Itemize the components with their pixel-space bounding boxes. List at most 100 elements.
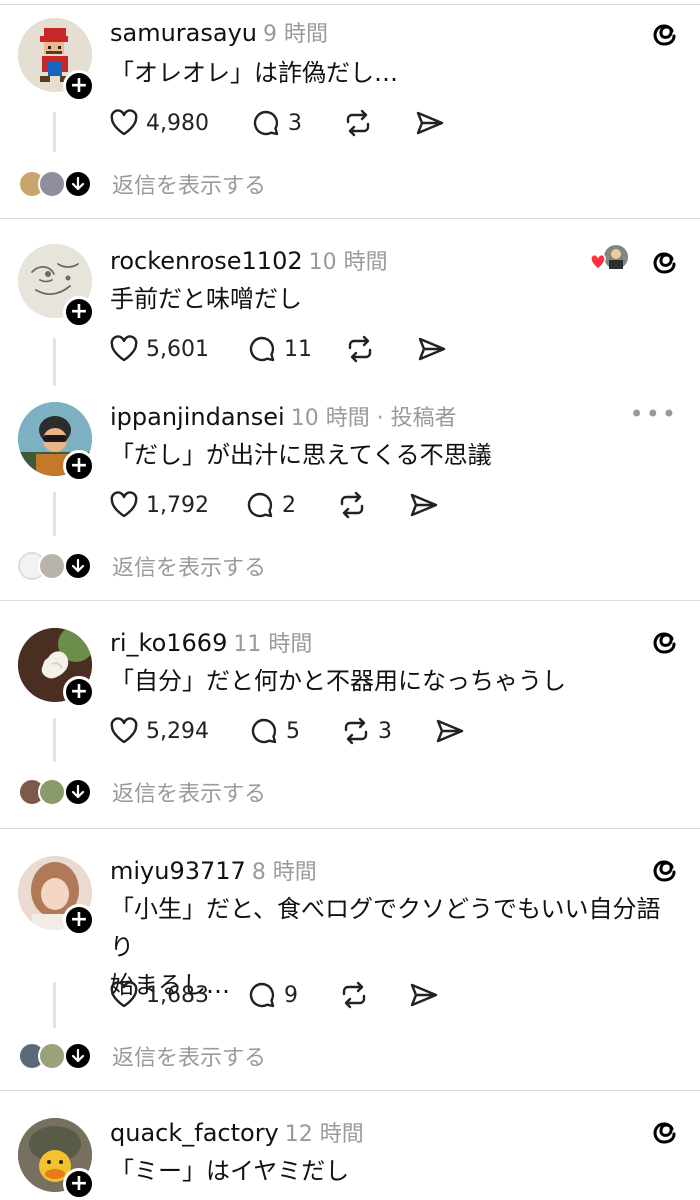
send-icon xyxy=(418,337,446,361)
username[interactable]: ri_ko1669 11 時間 xyxy=(110,626,312,658)
threads-feed: + samurasayu 9 時間 「オレオレ」は詐偽だし… 4,980 3 返… xyxy=(0,0,700,1200)
comment-button[interactable]: 9 xyxy=(246,978,298,1012)
follow-plus-icon[interactable]: + xyxy=(63,450,95,482)
repost-button[interactable]: 3 xyxy=(340,714,392,748)
comment-count: 3 xyxy=(288,110,302,136)
reply-avatar xyxy=(38,778,66,806)
threads-logo-icon[interactable] xyxy=(652,18,680,48)
liked-by-author xyxy=(590,244,630,272)
username[interactable]: samurasayu 9 時間 xyxy=(110,16,328,48)
send-icon xyxy=(410,983,438,1007)
comment-button[interactable]: 2 xyxy=(244,488,296,522)
threads-logo-icon[interactable] xyxy=(652,854,680,884)
repost-icon xyxy=(340,491,364,519)
like-button[interactable]: 5,294 xyxy=(108,714,209,748)
comment-icon xyxy=(251,718,277,744)
like-count: 1,792 xyxy=(146,492,209,518)
like-count: 5,294 xyxy=(146,718,209,744)
post-text: 「だし」が出汁に思えてくる不思議 xyxy=(110,441,492,469)
like-button[interactable]: 4,980 xyxy=(108,106,209,140)
share-button[interactable] xyxy=(414,106,446,140)
repost-button[interactable] xyxy=(336,488,368,522)
timestamp: 8 時間 xyxy=(251,860,317,885)
post-text: 「オレオレ」は詐偽だし… xyxy=(110,59,398,87)
arrow-down-icon xyxy=(64,170,92,198)
username[interactable]: ippanjindansei 10 時間 · 投稿者 xyxy=(110,400,457,432)
send-icon xyxy=(416,111,444,135)
arrow-down-icon xyxy=(64,778,92,806)
post-text: 手前だと味噌だし xyxy=(110,285,302,313)
timestamp: 10 時間 xyxy=(308,250,388,275)
post-text-line: 「小生」だと、食べログでクソどうでもいい自分語り xyxy=(110,895,661,961)
thread-line xyxy=(53,718,56,762)
comment-count: 5 xyxy=(286,718,300,744)
comment-button[interactable]: 5 xyxy=(248,714,300,748)
repost-button[interactable] xyxy=(338,978,370,1012)
divider xyxy=(0,828,700,829)
thread-line xyxy=(53,112,56,152)
repost-icon xyxy=(346,109,370,137)
comment-icon xyxy=(249,982,275,1008)
heart-icon xyxy=(110,491,138,518)
heart-icon xyxy=(110,335,138,362)
show-replies-link[interactable]: 返信を表示する xyxy=(112,168,266,200)
divider xyxy=(0,600,700,601)
heart-icon xyxy=(110,981,138,1008)
reply-avatar xyxy=(38,170,66,198)
timestamp: 11 時間 xyxy=(233,632,313,657)
comment-count: 2 xyxy=(282,492,296,518)
timestamp: 10 時間 · 投稿者 xyxy=(290,406,457,431)
comment-count: 11 xyxy=(284,336,312,362)
post-text: 「自分」だと何かと不器用になっちゃうし xyxy=(110,667,566,695)
follow-plus-icon[interactable]: + xyxy=(63,1168,95,1200)
repost-icon xyxy=(342,981,366,1009)
thread-line xyxy=(53,492,56,536)
thread-line xyxy=(53,982,56,1028)
threads-logo-icon[interactable] xyxy=(652,626,680,656)
follow-plus-icon[interactable]: + xyxy=(63,296,95,328)
share-button[interactable] xyxy=(416,332,448,366)
more-options-icon[interactable]: ••• xyxy=(630,400,678,428)
post-text: 「ミー」はイヤミだし xyxy=(110,1157,350,1185)
comment-button[interactable]: 3 xyxy=(250,106,302,140)
reply-avatar xyxy=(38,1042,66,1070)
repost-count: 3 xyxy=(378,718,392,744)
comment-button[interactable]: 11 xyxy=(246,332,312,366)
show-replies-link[interactable]: 返信を表示する xyxy=(112,776,266,808)
heart-icon xyxy=(110,717,138,744)
repost-icon xyxy=(344,717,368,745)
repost-button[interactable] xyxy=(344,332,376,366)
threads-logo-icon[interactable] xyxy=(652,1116,680,1146)
like-count: 1,683 xyxy=(146,982,209,1008)
show-replies-link[interactable]: 返信を表示する xyxy=(112,1040,266,1072)
share-button[interactable] xyxy=(408,488,440,522)
repost-button[interactable] xyxy=(342,106,374,140)
share-button[interactable] xyxy=(434,714,466,748)
username[interactable]: miyu93717 8 時間 xyxy=(110,854,317,886)
follow-plus-icon[interactable]: + xyxy=(63,904,95,936)
like-button[interactable]: 1,683 xyxy=(108,978,209,1012)
username[interactable]: quack_factory 12 時間 xyxy=(110,1116,364,1148)
send-icon xyxy=(436,719,464,743)
comment-icon xyxy=(253,110,279,136)
arrow-down-icon xyxy=(64,552,92,580)
comment-count: 9 xyxy=(284,982,298,1008)
arrow-down-icon xyxy=(64,1042,92,1070)
like-count: 4,980 xyxy=(146,110,209,136)
threads-logo-icon[interactable] xyxy=(652,246,680,276)
share-button[interactable] xyxy=(408,978,440,1012)
follow-plus-icon[interactable]: + xyxy=(63,676,95,708)
divider xyxy=(0,4,700,5)
like-count: 5,601 xyxy=(146,336,209,362)
thread-line xyxy=(53,338,56,386)
divider xyxy=(0,1090,700,1091)
follow-plus-icon[interactable]: + xyxy=(63,70,95,102)
like-button[interactable]: 1,792 xyxy=(108,488,209,522)
timestamp: 12 時間 xyxy=(284,1122,364,1147)
like-button[interactable]: 5,601 xyxy=(108,332,209,366)
comment-icon xyxy=(247,492,273,518)
send-icon xyxy=(410,493,438,517)
show-replies-link[interactable]: 返信を表示する xyxy=(112,550,266,582)
reply-avatar xyxy=(38,552,66,580)
username[interactable]: rockenrose1102 10 時間 xyxy=(110,244,388,276)
